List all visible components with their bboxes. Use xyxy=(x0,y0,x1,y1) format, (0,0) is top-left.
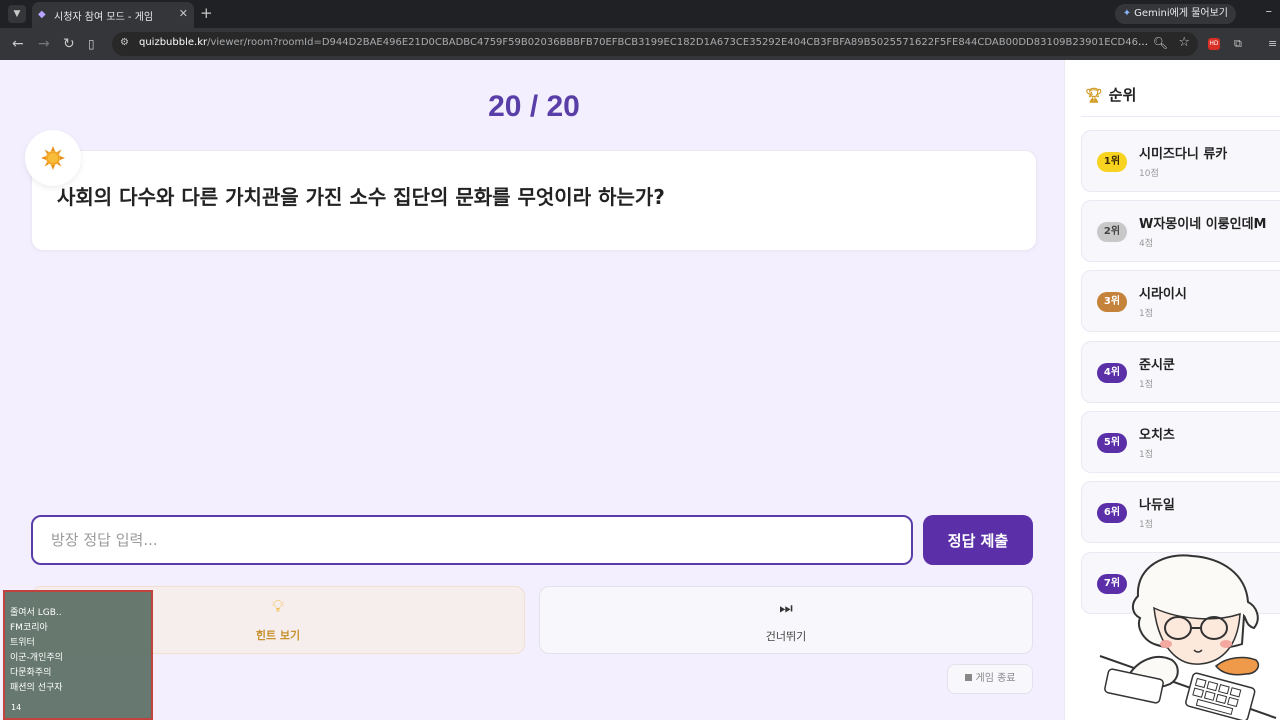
sun-icon xyxy=(41,146,65,170)
url-host: quizbubble.kr xyxy=(139,37,208,48)
chat-message: FM코리아 xyxy=(10,623,48,633)
back-icon[interactable]: ← xyxy=(12,35,24,53)
quiz-main: 20 / 20 사회의 다수와 다른 가치관을 가진 소수 집단의 문화를 무엇… xyxy=(4,60,1064,720)
url-text: quizbubble.kr/viewer/room?roomId=D944D2B… xyxy=(139,37,1149,48)
player-score: 4점 xyxy=(1139,239,1154,249)
gemini-button[interactable]: ✦ Gemini에게 물어보기 xyxy=(1114,4,1236,24)
address-bar[interactable]: ⚙ quizbubble.kr/viewer/room?roomId=D944D… xyxy=(112,32,1198,56)
end-game-label: 게임 종료 xyxy=(975,673,1016,684)
ranking-item: 1위 시미즈다니 류카 10점 xyxy=(1081,130,1280,192)
menu-icon[interactable]: ≡ xyxy=(1268,37,1277,50)
chat-overlay: 줄여서 LGB.. FM코리아 트위터 이군-개인주의 다문화주의 패션의 선구… xyxy=(3,590,153,720)
player-score: 1점 xyxy=(1139,450,1154,460)
ranking-item: 2위 W자몽이네 이룽인데M 4점 xyxy=(1081,200,1280,262)
player-score: 1점 xyxy=(1139,309,1154,319)
browser-tab[interactable]: ◆ 시청자 참여 모드 - 게임 ✕ xyxy=(32,2,194,28)
tab-title: 시청자 참여 모드 - 게임 xyxy=(54,12,154,23)
ranking-header: 🏆︎ 순위 xyxy=(1085,84,1136,105)
skip-button[interactable]: ⏭ 건너뛰기 xyxy=(539,586,1033,654)
url-path: /viewer/room?roomId=D944D2BAE496E21D0CBA… xyxy=(207,37,1149,48)
rank-badge: 6위 xyxy=(1097,503,1127,523)
question-card: 사회의 다수와 다른 가치관을 가진 소수 집단의 문화를 무엇이라 하는가? xyxy=(31,150,1037,251)
ranking-item: 3위 시라이시 1점 xyxy=(1081,270,1280,332)
question-counter: 20 / 20 xyxy=(488,90,580,123)
submit-answer-button[interactable]: 정답 제출 xyxy=(923,515,1033,565)
browser-toolbar: ← → ↻ ▯ ⚙ quizbubble.kr/viewer/room?room… xyxy=(0,28,1280,60)
sun-badge xyxy=(25,130,81,186)
end-game-button[interactable]: 게임 종료 xyxy=(947,664,1033,694)
player-name: 준시쿤 xyxy=(1139,358,1175,373)
player-name: 오치츠 xyxy=(1139,428,1175,443)
ranking-item: 5위 오치츠 1점 xyxy=(1081,411,1280,473)
player-score: 10점 xyxy=(1139,169,1159,179)
rank-badge: 4위 xyxy=(1097,363,1127,383)
new-tab-icon[interactable]: + xyxy=(200,4,213,22)
zoom-icon[interactable]: 🔍︎ xyxy=(1153,36,1168,50)
ranking-item: 6위 나듀일 1점 xyxy=(1081,481,1280,543)
split-view-icon[interactable]: ▯ xyxy=(88,35,95,53)
chat-message: 다문화주의 xyxy=(10,668,52,678)
tab-search-icon[interactable]: ▼ xyxy=(8,5,26,23)
trophy-icon: 🏆︎ xyxy=(1085,88,1103,104)
bookmark-star-icon[interactable]: ☆ xyxy=(1178,35,1190,50)
divider xyxy=(1081,116,1280,117)
skip-label: 건너뛰기 xyxy=(765,630,807,643)
player-name: 나듀일 xyxy=(1139,498,1175,513)
skip-forward-icon: ⏭ xyxy=(779,599,793,617)
tab-close-icon[interactable]: ✕ xyxy=(179,7,188,20)
chat-viewer-count: 14 xyxy=(11,703,22,712)
rank-badge: 3위 xyxy=(1097,292,1127,312)
player-score: 1점 xyxy=(1139,520,1154,530)
site-info-icon[interactable]: ⚙ xyxy=(120,37,129,48)
chat-message: 이군-개인주의 xyxy=(10,653,63,663)
extensions-puzzle-icon[interactable]: ⧉ xyxy=(1234,37,1242,51)
favicon-icon: ◆ xyxy=(38,9,46,20)
question-text: 사회의 다수와 다른 가치관을 가진 소수 집단의 문화를 무엇이라 하는가? xyxy=(57,185,665,209)
player-name: W자몽이네 이룽인데M xyxy=(1139,217,1267,232)
gemini-label: Gemini에게 물어보기 xyxy=(1134,8,1228,19)
chat-spacer xyxy=(5,592,151,606)
forward-icon[interactable]: → xyxy=(38,35,50,53)
chat-message: 줄여서 LGB.. xyxy=(10,608,62,618)
rank-badge: 1위 xyxy=(1097,152,1127,172)
sparkle-icon: ✦ xyxy=(1122,8,1132,19)
player-name: 시미즈다니 류카 xyxy=(1139,147,1228,162)
stop-icon xyxy=(964,674,972,681)
ranking-title: 순위 xyxy=(1108,86,1137,104)
player-score: 1점 xyxy=(1139,380,1154,390)
rank-badge: 5위 xyxy=(1097,433,1127,453)
player-name: 시라이시 xyxy=(1139,287,1187,302)
browser-tab-bar: ▼ ◆ 시청자 참여 모드 - 게임 ✕ + ✦ Gemini에게 물어보기 – xyxy=(0,0,1280,28)
chat-message: 트위터 xyxy=(10,638,35,648)
streamer-mascot-image xyxy=(1099,554,1277,720)
rank-badge: 2위 xyxy=(1097,222,1127,242)
chat-message: 패션의 선구자 xyxy=(10,683,63,693)
reload-icon[interactable]: ↻ xyxy=(63,35,75,53)
answer-input[interactable] xyxy=(31,515,913,565)
minimize-icon[interactable]: – xyxy=(1266,4,1273,19)
extension-hd-icon[interactable]: HD xyxy=(1208,38,1220,50)
ranking-item: 4위 준시쿤 1점 xyxy=(1081,341,1280,403)
